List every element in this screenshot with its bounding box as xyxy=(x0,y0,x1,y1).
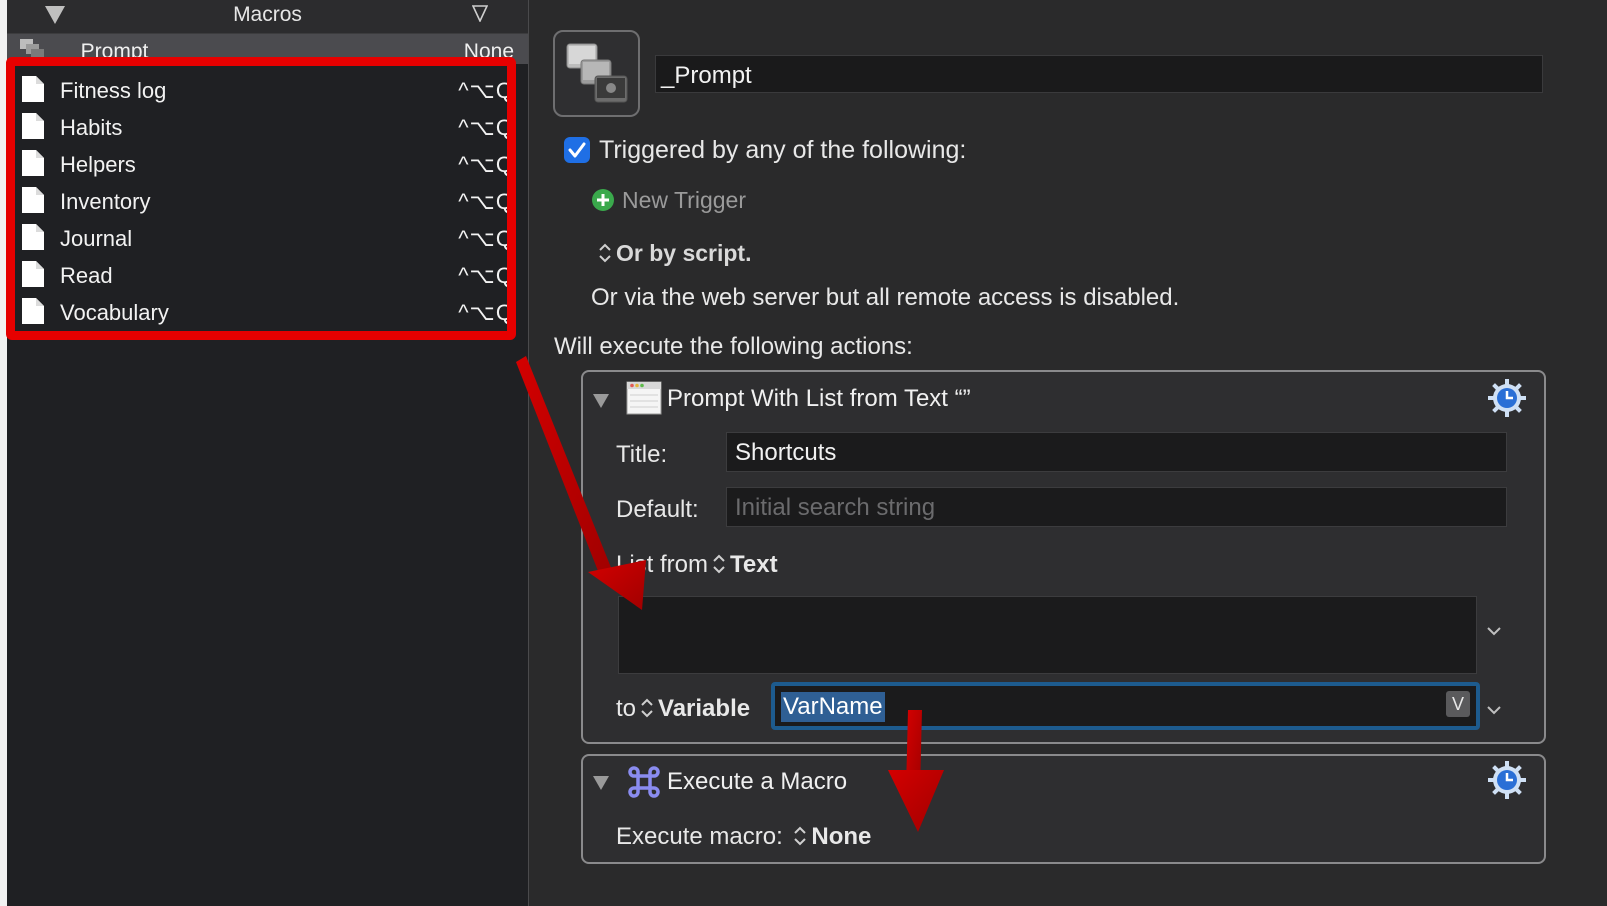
macro-name: Read xyxy=(60,263,113,288)
macro-shortcut: ^⌥Q xyxy=(458,115,514,140)
stepper-chevron-icon[interactable] xyxy=(640,697,654,719)
macro-row[interactable]: Read ^⌥Q xyxy=(7,256,528,293)
default-label: Default: xyxy=(616,496,699,523)
document-icon xyxy=(22,187,44,213)
window-list-icon xyxy=(626,381,662,415)
triggered-checkbox[interactable] xyxy=(564,137,590,163)
variable-menu-button[interactable]: V xyxy=(1446,691,1470,717)
macro-row[interactable]: Journal ^⌥Q xyxy=(7,219,528,256)
add-circle-icon xyxy=(592,189,614,211)
disclosure-triangle-icon[interactable] xyxy=(593,776,609,790)
list-from-value[interactable]: Text xyxy=(730,551,778,578)
macros-header-title: Macros xyxy=(233,3,302,26)
macro-row[interactable]: Fitness log ^⌥Q xyxy=(7,71,528,108)
macro-shortcut: ^⌥Q xyxy=(458,152,514,177)
gear-icon[interactable] xyxy=(1487,760,1527,800)
checkmark-icon xyxy=(568,142,586,158)
document-icon xyxy=(22,224,44,250)
list-from-row: List from Text xyxy=(616,551,778,579)
macro-row[interactable]: Inventory ^⌥Q xyxy=(7,182,528,219)
list-text-area[interactable] xyxy=(618,596,1477,674)
new-trigger-button[interactable]: New Trigger xyxy=(592,187,746,214)
chevron-down-icon[interactable] xyxy=(1486,626,1502,636)
macro-name: Habits xyxy=(60,115,123,140)
document-icon xyxy=(22,150,44,176)
document-icon xyxy=(22,113,44,139)
macro-name-value: _Prompt xyxy=(661,62,752,89)
to-label: to xyxy=(616,695,637,722)
or-by-script-label: Or by script. xyxy=(616,240,752,266)
gear-icon[interactable] xyxy=(1487,378,1527,418)
macro-stack-icon xyxy=(20,39,44,59)
default-input[interactable]: Initial search string xyxy=(726,487,1507,527)
triggered-label: Triggered by any of the following: xyxy=(599,136,967,164)
macro-row-selected[interactable]: _Prompt None xyxy=(7,34,528,64)
macro-shortcut: ^⌥Q xyxy=(458,300,514,325)
document-icon xyxy=(22,261,44,287)
web-server-note: Or via the web server but all remote acc… xyxy=(591,284,1180,311)
macro-shortcut: ^⌥Q xyxy=(458,78,514,103)
document-icon xyxy=(22,76,44,102)
macro-row[interactable]: Helpers ^⌥Q xyxy=(7,145,528,182)
title-label: Title: xyxy=(616,441,668,468)
macro-name: Helpers xyxy=(60,152,136,177)
macros-column-header[interactable]: Macros xyxy=(7,0,528,34)
title-input[interactable]: Shortcuts xyxy=(726,432,1507,472)
macro-row[interactable]: Vocabulary ^⌥Q xyxy=(7,293,528,330)
action-title: Execute a Macro xyxy=(667,768,848,795)
macro-shortcut: ^⌥Q xyxy=(458,263,514,288)
stepper-chevron-icon[interactable] xyxy=(793,825,807,847)
action-title: Prompt With List from Text “” xyxy=(667,385,971,412)
to-value[interactable]: Variable xyxy=(658,695,750,722)
macro-list: Fitness log ^⌥Q Habits ^⌥Q Helpers ^⌥Q Invento… xyxy=(7,71,528,330)
execute-macro-value[interactable]: None xyxy=(811,823,871,850)
variable-name-input[interactable]: VarName V xyxy=(771,682,1480,730)
macro-row[interactable]: Habits ^⌥Q xyxy=(7,108,528,145)
variable-name-value: VarName xyxy=(781,692,885,722)
window-edge xyxy=(0,0,7,906)
new-trigger-label: New Trigger xyxy=(622,187,746,213)
execute-macro-label: Execute macro: xyxy=(616,823,783,850)
macro-shortcut: ^⌥Q xyxy=(458,189,514,214)
to-variable-row: to Variable xyxy=(616,695,750,723)
macro-shortcut: ^⌥Q xyxy=(458,226,514,251)
macro-name: Journal xyxy=(60,226,133,251)
command-key-icon xyxy=(628,766,660,798)
sort-triangle-icon[interactable] xyxy=(472,5,488,22)
macro-name: Inventory xyxy=(60,189,151,214)
stepper-chevron-icon xyxy=(599,243,611,263)
macro-name-field[interactable]: _Prompt xyxy=(655,55,1543,93)
list-from-label: List from xyxy=(616,551,709,578)
chevron-down-icon[interactable] xyxy=(1486,705,1502,715)
macro-group-icon xyxy=(566,43,628,103)
action-execute-macro[interactable]: Execute a Macro Execute macro: None xyxy=(581,754,1546,864)
macro-name: Vocabulary xyxy=(60,300,169,325)
title-value: Shortcuts xyxy=(735,439,837,466)
macro-name: Fitness log xyxy=(60,78,167,103)
macro-list-pane: Macros _Prompt None Fitness log ^⌥Q Habits… xyxy=(0,0,529,906)
macro-name: _Prompt xyxy=(69,40,149,63)
execute-macro-row: Execute macro: None xyxy=(616,823,871,851)
macro-trigger: None xyxy=(463,40,514,63)
stepper-chevron-icon[interactable] xyxy=(712,553,726,575)
or-by-script-popup[interactable]: Or by script. xyxy=(594,240,751,267)
disclosure-triangle-icon[interactable] xyxy=(593,394,609,408)
default-placeholder: Initial search string xyxy=(735,494,936,521)
will-execute-label: Will execute the following actions: xyxy=(554,333,913,360)
document-icon xyxy=(22,298,44,324)
macro-icon-well[interactable] xyxy=(553,30,640,117)
